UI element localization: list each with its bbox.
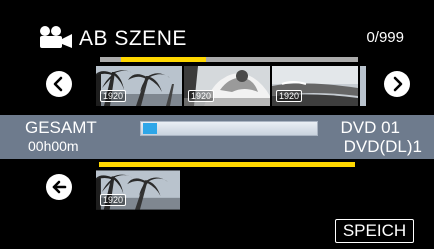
scene-thumbnail-strip: 1920 1920 1920 [96,66,366,106]
selected-scene-thumbnail[interactable]: 1920 [96,170,180,210]
next-page-button[interactable] [384,71,410,97]
scene-thumbnail[interactable]: 1920 [96,66,182,106]
chevron-right-icon [393,76,403,92]
scene-thumbnail[interactable]: 1920 [184,66,270,106]
arrow-left-icon [52,180,67,194]
scene-scrollbar[interactable] [100,57,358,62]
disc-count-dvd-dl: DVD(DL)1 [343,137,422,156]
status-bar: GESAMT 00h00m DVD 01 DVD(DL)1 [0,115,434,159]
disc-usage-bar [140,121,318,136]
selection-divider [99,162,355,167]
back-button[interactable] [46,174,72,200]
resolution-badge: 1920 [188,90,215,102]
scene-select-screen: AB SZENE 0/999 1920 1920 1920 GESAMT 00h… [0,0,434,249]
previous-page-button[interactable] [46,71,72,97]
partial-scene [360,66,366,106]
scene-thumbnail[interactable]: 1920 [272,66,358,106]
video-camera-icon [40,26,72,48]
disc-usage-fill [143,123,157,134]
total-label: GESAMT [25,118,97,137]
resolution-badge: 1920 [276,90,303,102]
disc-count-dvd: DVD 01 [340,118,400,137]
save-button[interactable]: SPEICH [335,219,414,243]
scene-counter: 0/999 [366,29,404,46]
resolution-badge: 1920 [100,194,127,206]
page-title: AB SZENE [79,27,187,50]
scrollbar-thumb[interactable] [121,57,206,62]
scene-thumbnail[interactable] [360,66,366,106]
chevron-left-icon [53,76,63,92]
total-time: 00h00m [28,138,79,154]
resolution-badge: 1920 [100,90,127,102]
